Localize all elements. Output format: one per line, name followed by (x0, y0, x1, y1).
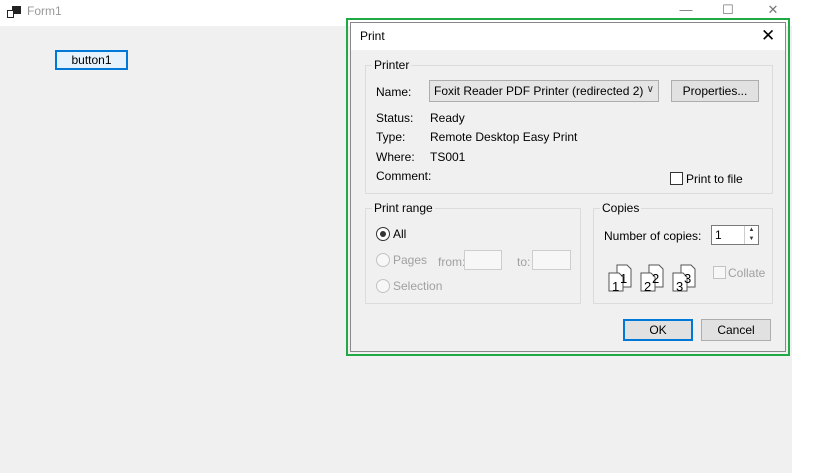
range-selection-radio[interactable] (376, 279, 390, 293)
type-value: Remote Desktop Easy Print (430, 130, 578, 144)
print-to-file-label[interactable]: Print to file (686, 172, 743, 186)
printer-group-label: Printer (372, 58, 412, 72)
collate-digit: 2 (644, 279, 651, 293)
printer-name-dropdown[interactable]: Foxit Reader PDF Printer (redirected 2) … (429, 80, 659, 102)
app-icon (7, 6, 21, 18)
dialog-close-icon[interactable]: ✕ (761, 26, 775, 46)
collate-digit: 1 (612, 279, 619, 293)
ok-button[interactable]: OK (623, 319, 693, 341)
print-dialog: Print ✕ Printer Name: Foxit Reader PDF P… (350, 22, 786, 352)
status-label: Status: (376, 111, 414, 125)
type-label: Type: (376, 130, 406, 144)
form1-title: Form1 (27, 4, 62, 18)
cancel-button[interactable]: Cancel (701, 319, 771, 341)
copies-count-value: 1 (715, 228, 722, 242)
print-to-file-checkbox[interactable] (670, 172, 683, 185)
range-from-label: from: (438, 255, 466, 269)
collate-digit: 3 (676, 279, 683, 293)
collate-checkbox[interactable] (713, 266, 726, 279)
chevron-down-icon: ∨ (646, 84, 654, 95)
range-pages-radio[interactable] (376, 253, 390, 267)
print-range-group-label: Print range (372, 201, 435, 215)
where-label: Where: (376, 150, 415, 164)
range-to-input[interactable] (532, 250, 571, 270)
collate-label[interactable]: Collate (728, 266, 765, 280)
collate-digit: 1 (620, 271, 627, 286)
collate-pages-icon: 1 1 2 2 3 3 (608, 264, 696, 293)
button1[interactable]: button1 (55, 50, 128, 70)
stepper-arrows-icon[interactable]: ▲ ▼ (744, 226, 758, 244)
printer-name-value: Foxit Reader PDF Printer (redirected 2) (434, 84, 644, 98)
range-from-input[interactable] (464, 250, 502, 270)
copies-count-stepper[interactable]: 1 ▲ ▼ (711, 225, 759, 245)
range-all-label[interactable]: All (393, 227, 406, 241)
range-to-label: to: (517, 255, 531, 269)
status-value: Ready (430, 111, 465, 125)
collate-digit: 3 (684, 271, 691, 286)
properties-button[interactable]: Properties... (671, 80, 759, 102)
comment-label: Comment: (376, 169, 432, 183)
copies-count-label: Number of copies: (604, 229, 702, 243)
print-dialog-titlebar[interactable]: Print ✕ (351, 23, 785, 50)
collate-digit: 2 (652, 271, 659, 286)
print-dialog-title: Print (360, 29, 385, 43)
range-pages-label[interactable]: Pages (393, 253, 427, 267)
where-value: TS001 (430, 150, 466, 164)
range-all-radio[interactable] (376, 227, 390, 241)
printer-name-label: Name: (376, 85, 412, 99)
copies-group-label: Copies (600, 201, 642, 215)
range-selection-label[interactable]: Selection (393, 279, 442, 293)
